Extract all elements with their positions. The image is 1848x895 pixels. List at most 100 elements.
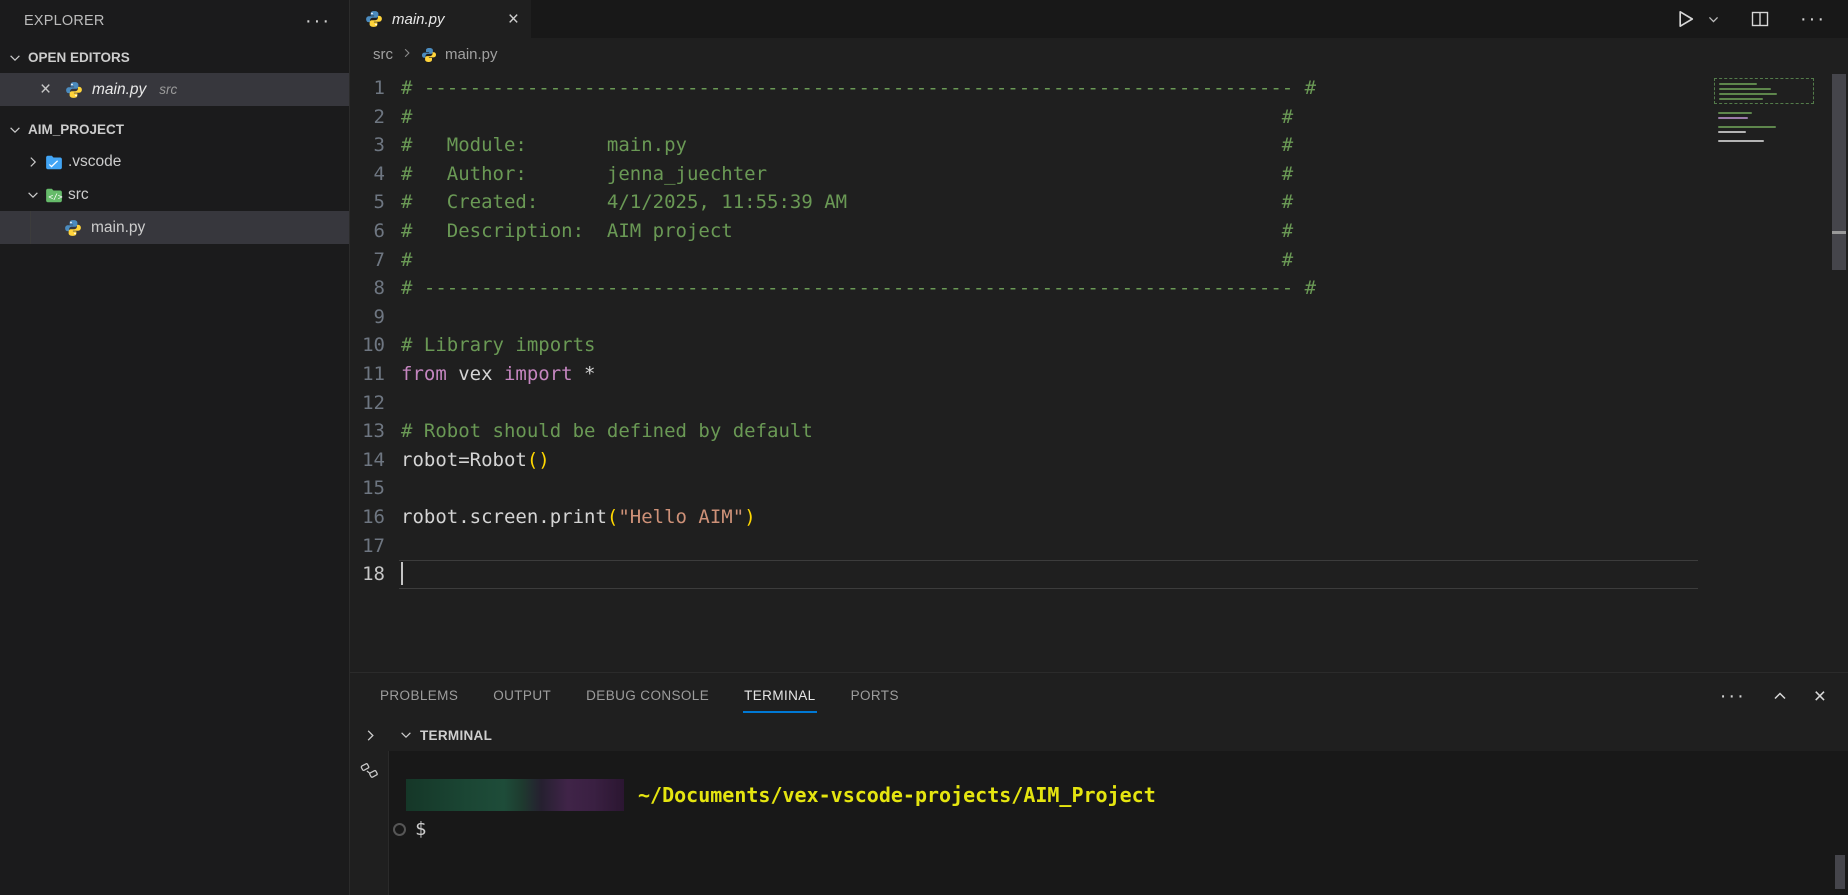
command-decoration-circle-icon[interactable]: [393, 823, 406, 836]
code-line[interactable]: 13# Robot should be defined by default: [350, 417, 1848, 446]
line-number: 9: [350, 303, 385, 332]
line-number: 5: [350, 188, 385, 217]
code-line[interactable]: 6# Description: AIM project #: [350, 217, 1848, 246]
chevron-down-icon: [8, 123, 22, 137]
line-number: 11: [350, 360, 385, 389]
code-line[interactable]: 2# #: [350, 103, 1848, 132]
line-content: [385, 389, 401, 418]
tab-main-py[interactable]: main.py ×: [350, 0, 531, 38]
tree-item-main-py[interactable]: main.py: [0, 211, 349, 244]
terminal-scrollbar[interactable]: [1835, 855, 1845, 889]
line-content: # Library imports: [385, 331, 595, 360]
line-number: 8: [350, 274, 385, 303]
indent-guide: [30, 211, 31, 244]
terminal-section-header[interactable]: TERMINAL: [350, 719, 1848, 751]
line-number: 1: [350, 74, 385, 103]
chevron-down-icon: [399, 728, 413, 742]
tree-item-vscode-folder[interactable]: .vscode: [0, 145, 349, 178]
chevron-down-icon: [8, 51, 22, 65]
terminal-view: TERMINAL ~/Documents/vex-vscode-projects…: [350, 719, 1848, 895]
panel-tab-bar: PROBLEMS OUTPUT DEBUG CONSOLE TERMINAL PORTS…: [350, 673, 1848, 719]
terminal-output[interactable]: ~/Documents/vex-vscode-projects/AIM_Proj…: [389, 751, 1848, 895]
editor-scrollbar[interactable]: [1830, 71, 1848, 672]
code-line[interactable]: 1# -------------------------------------…: [350, 74, 1848, 103]
panel-tab-debug-console[interactable]: DEBUG CONSOLE: [585, 680, 710, 713]
tree-item-label: src: [68, 186, 89, 204]
code-line[interactable]: 4# Author: jenna_juechter #: [350, 160, 1848, 189]
overview-ruler-cursor-marker: [1832, 231, 1846, 234]
panel-tab-output[interactable]: OUTPUT: [492, 680, 552, 713]
panel-tabs: PROBLEMS OUTPUT DEBUG CONSOLE TERMINAL PORTS: [379, 680, 933, 713]
panel-tab-problems[interactable]: PROBLEMS: [379, 680, 459, 713]
vscode-folder-icon: [45, 153, 63, 171]
chevron-right-icon: [26, 155, 40, 169]
breadcrumb-separator-icon: [401, 46, 413, 63]
terminal-prompt-symbol: $: [415, 818, 426, 840]
editor-more-actions-icon[interactable]: ···: [1800, 14, 1826, 24]
line-content: robot=Robot(): [385, 446, 550, 475]
breadcrumb-folder[interactable]: src: [373, 46, 393, 63]
code-line[interactable]: 12: [350, 389, 1848, 418]
code-line[interactable]: 14robot=Robot(): [350, 446, 1848, 475]
run-dropdown-chevron-icon[interactable]: [1707, 13, 1720, 26]
code-line[interactable]: 15: [350, 474, 1848, 503]
line-number: 16: [350, 503, 385, 532]
chevron-right-icon[interactable]: [363, 728, 378, 743]
code-line[interactable]: 7# #: [350, 246, 1848, 275]
python-file-icon: [365, 10, 383, 28]
breadcrumb-file[interactable]: main.py: [445, 46, 498, 63]
code-editor[interactable]: 1# -------------------------------------…: [350, 71, 1848, 672]
panel-tab-terminal[interactable]: TERMINAL: [743, 680, 816, 713]
tab-close-icon[interactable]: ×: [508, 10, 519, 29]
editor-tab-bar: main.py × ···: [350, 0, 1848, 38]
src-folder-icon: </>: [45, 186, 63, 204]
breadcrumb: src main.py: [350, 38, 1848, 71]
code-line[interactable]: 16robot.screen.print("Hello AIM"): [350, 503, 1848, 532]
project-section-header[interactable]: AIM_PROJECT: [0, 114, 349, 145]
code-line[interactable]: 17: [350, 532, 1848, 561]
line-content: # Created: 4/1/2025, 11:55:39 AM #: [385, 188, 1293, 217]
line-content: [385, 303, 401, 332]
line-content: # Module: main.py #: [385, 131, 1293, 160]
explorer-sidebar: EXPLORER ··· OPEN EDITORS × main.py src …: [0, 0, 350, 895]
split-editor-button[interactable]: [1750, 9, 1770, 29]
terminal-cwd-path: ~/Documents/vex-vscode-projects/AIM_Proj…: [638, 783, 1156, 807]
code-line[interactable]: 9: [350, 303, 1848, 332]
code-line[interactable]: 11from vex import *: [350, 360, 1848, 389]
terminal-prompt-line: $: [393, 818, 1848, 840]
line-number: 18: [350, 560, 385, 589]
scrollbar-thumb[interactable]: [1832, 74, 1846, 270]
panel-tab-ports[interactable]: PORTS: [850, 680, 900, 713]
terminal-section-label: TERMINAL: [420, 728, 492, 743]
terminal-gutter: [350, 751, 389, 895]
line-number: 6: [350, 217, 385, 246]
open-editors-section-header[interactable]: OPEN EDITORS: [0, 42, 349, 73]
explorer-more-icon[interactable]: ···: [305, 16, 331, 26]
line-number: 17: [350, 532, 385, 561]
bottom-panel: PROBLEMS OUTPUT DEBUG CONSOLE TERMINAL PORTS…: [350, 672, 1848, 895]
code-line[interactable]: 18: [350, 560, 1848, 589]
open-editor-item-main-py[interactable]: × main.py src: [0, 73, 349, 106]
project-name-label: AIM_PROJECT: [28, 122, 124, 137]
tree-item-src-folder[interactable]: </> src: [0, 178, 349, 211]
code-line[interactable]: 10# Library imports: [350, 331, 1848, 360]
run-button[interactable]: [1674, 8, 1696, 30]
close-panel-icon[interactable]: ×: [1814, 686, 1826, 707]
code-line[interactable]: 5# Created: 4/1/2025, 11:55:39 AM #: [350, 188, 1848, 217]
panel-more-actions-icon[interactable]: ···: [1720, 691, 1746, 701]
line-content: # Description: AIM project #: [385, 217, 1293, 246]
minimap[interactable]: [1712, 76, 1824, 156]
terminal-prompt-segment: ~/Documents/vex-vscode-projects/AIM_Proj…: [406, 779, 1848, 811]
code-line[interactable]: 3# Module: main.py #: [350, 131, 1848, 160]
code-line[interactable]: 8# -------------------------------------…: [350, 274, 1848, 303]
maximize-panel-icon[interactable]: [1772, 688, 1788, 704]
chevron-down-icon: [26, 188, 40, 202]
line-content: # --------------------------------------…: [385, 74, 1316, 103]
terminal-gutter-icon[interactable]: [360, 761, 379, 780]
close-editor-icon[interactable]: ×: [40, 80, 56, 99]
line-content: # Robot should be defined by default: [385, 417, 813, 446]
line-content: [385, 532, 401, 561]
line-number: 3: [350, 131, 385, 160]
line-content: # #: [385, 246, 1293, 275]
line-content: [385, 474, 401, 503]
